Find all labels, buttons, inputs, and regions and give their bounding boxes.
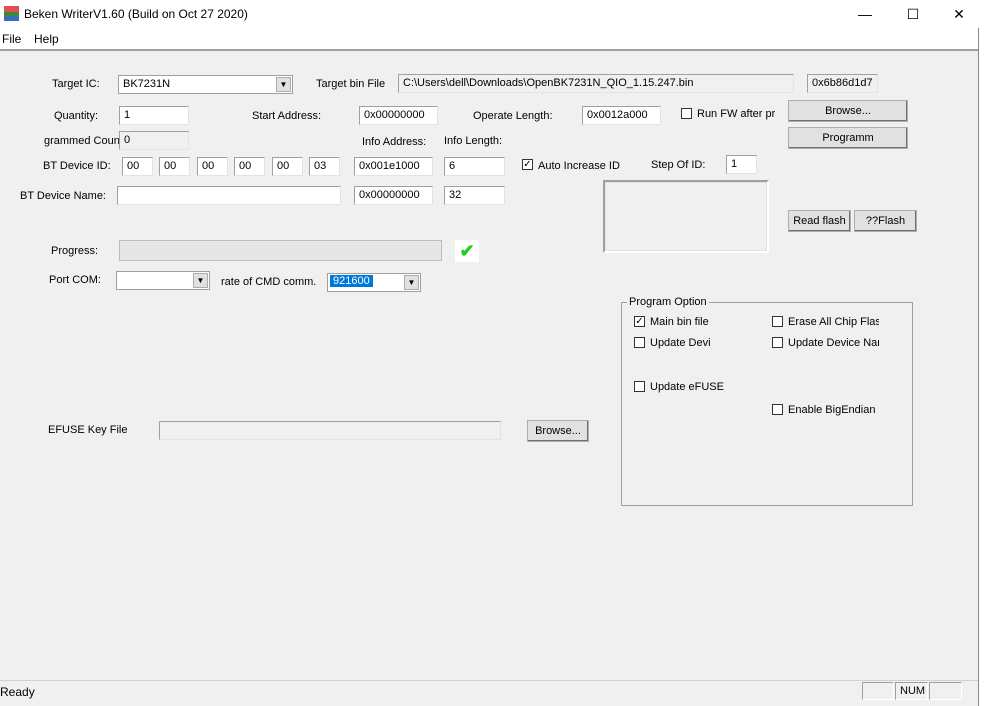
update-device-label: Update Devi <box>650 337 711 349</box>
auto-increase-checkbox[interactable]: ✓ <box>522 159 533 170</box>
baud-label: rate of CMD comm. <box>221 276 317 288</box>
info-address-label: Info Address: <box>362 136 427 148</box>
port-com-label: Port COM: <box>49 274 101 286</box>
start-address-label: Start Address: <box>252 110 322 122</box>
efuse-label: EFUSE Key File <box>48 424 128 436</box>
bt-id-byte-6[interactable]: 03 <box>309 157 340 176</box>
bt-id-byte-3[interactable]: 00 <box>197 157 228 176</box>
maximize-button[interactable]: ☐ <box>890 0 936 28</box>
big-endian-checkbox[interactable] <box>772 404 783 415</box>
minimize-button[interactable]: — <box>842 0 888 28</box>
operate-length-input[interactable]: 0x0012a000 <box>582 106 661 125</box>
programmed-count-field: 0 <box>119 131 189 150</box>
name-info-length-input[interactable]: 32 <box>444 186 505 205</box>
step-of-id-label: Step Of ID: <box>651 159 706 171</box>
app-icon <box>4 6 19 21</box>
close-button[interactable]: ✕ <box>936 0 982 28</box>
progress-label: Progress: <box>51 245 99 257</box>
status-text: Ready <box>0 685 35 699</box>
main-bin-label: Main bin file <box>650 316 709 328</box>
quantity-label: Quantity: <box>54 110 99 122</box>
bt-info-address-input[interactable]: 0x001e1000 <box>354 157 433 176</box>
program-option-title: Program Option <box>627 296 709 308</box>
bt-id-byte-5[interactable]: 00 <box>272 157 303 176</box>
browse-button[interactable]: Browse... <box>788 100 908 122</box>
update-efuse-label: Update eFUSE <box>650 381 724 393</box>
start-address-input[interactable]: 0x00000000 <box>359 106 438 125</box>
target-ic-select[interactable]: BK7231N ▼ <box>118 75 293 94</box>
menu-bar <box>0 28 978 49</box>
chevron-down-icon: ▼ <box>193 273 208 288</box>
chevron-down-icon: ▼ <box>404 275 419 290</box>
check-icon: ✔ <box>455 240 479 262</box>
quantity-input[interactable]: 1 <box>119 106 189 125</box>
chevron-down-icon: ▼ <box>276 77 291 92</box>
bt-id-byte-1[interactable]: 00 <box>122 157 153 176</box>
window-border <box>978 28 987 706</box>
operate-length-label: Operate Length: <box>473 110 553 122</box>
update-device-checkbox[interactable] <box>634 337 645 348</box>
checksum-field: 0x6b86d1d7 <box>807 74 878 93</box>
update-device-name-label: Update Device Nan <box>788 337 879 349</box>
status-pane-empty <box>862 682 894 700</box>
bt-id-byte-4[interactable]: 00 <box>234 157 265 176</box>
bt-device-name-label: BT Device Name: <box>20 190 106 202</box>
status-pane-scrl <box>929 682 962 700</box>
main-bin-checkbox[interactable]: ✓ <box>634 316 645 327</box>
read-flash-button[interactable]: Read flash <box>788 210 851 232</box>
window-title: Beken WriterV1.60 (Build on Oct 27 2020) <box>24 7 248 21</box>
bt-info-length-input[interactable]: 6 <box>444 157 505 176</box>
baud-select[interactable]: 921600 ▼ <box>327 273 421 292</box>
run-fw-label: Run FW after pr <box>697 108 775 120</box>
baud-value: 921600 <box>330 275 373 287</box>
bt-device-name-input[interactable] <box>117 186 341 205</box>
efuse-file-field[interactable] <box>159 421 501 440</box>
name-info-address-input[interactable]: 0x00000000 <box>354 186 433 205</box>
bt-device-id-label: BT Device ID: <box>43 160 111 172</box>
target-bin-label: Target bin File <box>316 78 386 90</box>
update-device-name-checkbox[interactable] <box>772 337 783 348</box>
auto-increase-label: Auto Increase ID <box>538 160 620 172</box>
menu-file[interactable]: File <box>2 32 21 46</box>
programmed-count-label: grammed Coun <box>44 135 120 147</box>
menu-help[interactable]: Help <box>34 32 59 46</box>
target-ic-label: Target IC: <box>52 78 100 90</box>
flash-button[interactable]: ??Flash <box>854 210 917 232</box>
erase-all-label: Erase All Chip Flash <box>788 316 879 328</box>
target-ic-value: BK7231N <box>123 78 171 90</box>
target-bin-field[interactable]: C:\Users\dell\Downloads\OpenBK7231N_QIO_… <box>398 74 794 93</box>
step-of-id-input[interactable]: 1 <box>726 155 757 174</box>
update-efuse-checkbox[interactable] <box>634 381 645 392</box>
erase-all-checkbox[interactable] <box>772 316 783 327</box>
status-bar <box>0 680 978 706</box>
status-num: NUM <box>895 682 928 700</box>
info-length-label: Info Length: <box>444 135 503 147</box>
port-com-select[interactable]: ▼ <box>116 271 210 290</box>
log-box <box>603 180 769 253</box>
progress-bar <box>119 240 442 261</box>
bt-id-byte-2[interactable]: 00 <box>159 157 190 176</box>
efuse-browse-button[interactable]: Browse... <box>527 420 589 442</box>
big-endian-label: Enable BigEndian II <box>788 404 879 416</box>
run-fw-checkbox[interactable] <box>681 108 692 119</box>
program-button[interactable]: Programm <box>788 127 908 149</box>
